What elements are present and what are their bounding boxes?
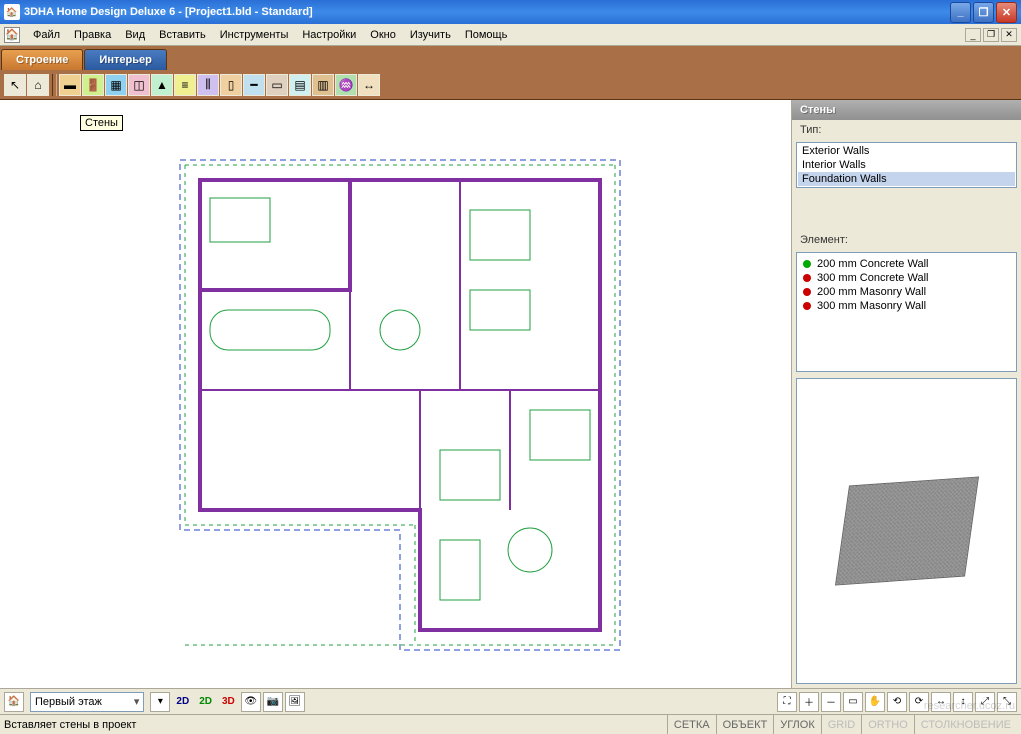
element-item[interactable]: 200 mm Masonry Wall — [801, 285, 1012, 299]
menu-window[interactable]: Окно — [363, 26, 403, 44]
status-hint: Вставляет стены в проект — [4, 719, 667, 731]
type-item[interactable]: Interior Walls — [798, 158, 1015, 172]
mdi-app-icon[interactable]: 🏠 — [4, 27, 20, 43]
tool-site-icon[interactable]: ⌂ — [27, 74, 49, 96]
type-item[interactable]: Exterior Walls — [798, 144, 1015, 158]
tool-stairs-icon[interactable]: ≡ — [174, 74, 196, 96]
view-2d-color-button[interactable]: 2D — [195, 692, 216, 712]
menu-help[interactable]: Помощь — [458, 26, 515, 44]
element-item[interactable]: 200 mm Concrete Wall — [801, 257, 1012, 271]
home-icon[interactable]: 🏠 — [4, 692, 24, 712]
status-dot-icon — [803, 260, 811, 268]
window-title: 3DHA Home Design Deluxe 6 - [Project1.bl… — [24, 6, 948, 18]
eye-icon[interactable]: 👁 — [241, 692, 261, 712]
tool-dim-icon[interactable]: ↔ — [358, 74, 380, 96]
nav1-icon[interactable]: ⟲ — [887, 692, 907, 712]
element-label-text: 300 mm Concrete Wall — [817, 272, 928, 284]
tool-select-icon[interactable]: ↖ — [4, 74, 26, 96]
status-bar: Вставляет стены в проект СЕТКА ОБЪЕКТ УГ… — [0, 714, 1021, 734]
menu-view[interactable]: Вид — [118, 26, 152, 44]
tool-wall-icon[interactable]: ▬ — [59, 74, 81, 96]
element-item[interactable]: 300 mm Masonry Wall — [801, 299, 1012, 313]
tab-strip: Строение Интерьер — [0, 46, 1021, 70]
mdi-close[interactable]: ✕ — [1001, 28, 1017, 42]
zoom-window-icon[interactable]: ▭ — [843, 692, 863, 712]
element-label-text: 200 mm Masonry Wall — [817, 286, 926, 298]
tool-window-icon[interactable]: ▦ — [105, 74, 127, 96]
nav2-icon[interactable]: ⟳ — [909, 692, 929, 712]
floor-select[interactable]: Первый этаж — [30, 692, 144, 712]
tool-terrain-icon[interactable]: ♒ — [335, 74, 357, 96]
status-dot-icon — [803, 288, 811, 296]
menu-learn[interactable]: Изучить — [403, 26, 458, 44]
menu-tools[interactable]: Инструменты — [213, 26, 296, 44]
main-area: Стены — [0, 100, 1021, 688]
type-listbox[interactable]: Exterior Walls Interior Walls Foundation… — [796, 142, 1017, 188]
status-grid2[interactable]: GRID — [821, 715, 862, 734]
floor-current: Первый этаж — [35, 696, 102, 708]
mdi-minimize[interactable]: _ — [965, 28, 981, 42]
camera-icon[interactable]: 📷 — [263, 692, 283, 712]
material-preview — [796, 378, 1017, 684]
close-button[interactable]: ✕ — [996, 2, 1017, 23]
snapshot-icon[interactable]: 🖼 — [285, 692, 305, 712]
tool-deck-icon[interactable]: ▥ — [312, 74, 334, 96]
zoom-fit-icon[interactable]: ⛶ — [777, 692, 797, 712]
pan-icon[interactable]: ✋ — [865, 692, 885, 712]
tool-opening-icon[interactable]: ◫ — [128, 74, 150, 96]
minimize-button[interactable]: _ — [950, 2, 971, 23]
element-listbox[interactable]: 200 mm Concrete Wall 300 mm Concrete Wal… — [796, 252, 1017, 372]
floor-plan — [170, 150, 630, 660]
tool-ceiling-icon[interactable]: ▤ — [289, 74, 311, 96]
status-ortho[interactable]: ORTHO — [861, 715, 914, 734]
nav4-icon[interactable]: ↕ — [953, 692, 973, 712]
element-label-text: 200 mm Concrete Wall — [817, 258, 928, 270]
nav6-icon[interactable]: ⤡ — [997, 692, 1017, 712]
type-label: Тип: — [792, 120, 1021, 140]
tool-bar: ↖ ⌂ ▬ 🚪 ▦ ◫ ▲ ≡ ⫼ ▯ ━ ▭ ▤ ▥ ♒ ↔ — [0, 70, 1021, 100]
status-object[interactable]: ОБЪЕКТ — [716, 715, 774, 734]
tool-roof-icon[interactable]: ▲ — [151, 74, 173, 96]
material-swatch — [834, 476, 978, 585]
tool-door-icon[interactable]: 🚪 — [82, 74, 104, 96]
canvas-tooltip: Стены — [80, 115, 123, 131]
status-collision[interactable]: СТОЛКНОВЕНИЕ — [914, 715, 1017, 734]
view-3d-button[interactable]: 3D — [218, 692, 239, 712]
status-grid[interactable]: СЕТКА — [667, 715, 716, 734]
menu-insert[interactable]: Вставить — [152, 26, 213, 44]
nav3-icon[interactable]: ↔ — [931, 692, 951, 712]
tab-interior[interactable]: Интерьер — [84, 49, 166, 70]
view-2d-button[interactable]: 2D — [172, 692, 193, 712]
menu-bar: 🏠 Файл Правка Вид Вставить Инструменты Н… — [0, 24, 1021, 46]
status-dot-icon — [803, 274, 811, 282]
status-angle[interactable]: УГЛОК — [773, 715, 821, 734]
status-dot-icon — [803, 302, 811, 310]
bottom-toolbar: 🏠 Первый этаж ▾ 2D 2D 3D 👁 📷 🖼 ⛶ ＋ － ▭ ✋… — [0, 688, 1021, 714]
drawing-canvas[interactable]: Стены — [0, 100, 791, 688]
tool-column-icon[interactable]: ▯ — [220, 74, 242, 96]
menu-file[interactable]: Файл — [26, 26, 67, 44]
maximize-button[interactable]: ❐ — [973, 2, 994, 23]
tool-slab-icon[interactable]: ▭ — [266, 74, 288, 96]
type-item[interactable]: Foundation Walls — [798, 172, 1015, 186]
panel-title: Стены — [792, 100, 1021, 120]
tool-beam-icon[interactable]: ━ — [243, 74, 265, 96]
title-bar: 🏠 3DHA Home Design Deluxe 6 - [Project1.… — [0, 0, 1021, 24]
zoom-out-icon[interactable]: － — [821, 692, 841, 712]
tab-building[interactable]: Строение — [1, 49, 83, 70]
zoom-in-icon[interactable]: ＋ — [799, 692, 819, 712]
element-label: Элемент: — [792, 230, 1021, 250]
element-item[interactable]: 300 mm Concrete Wall — [801, 271, 1012, 285]
menu-edit[interactable]: Правка — [67, 26, 118, 44]
app-icon: 🏠 — [4, 4, 20, 20]
menu-settings[interactable]: Настройки — [295, 26, 363, 44]
side-panel: Стены Тип: Exterior Walls Interior Walls… — [791, 100, 1021, 688]
floor-down-icon[interactable]: ▾ — [150, 692, 170, 712]
tool-railing-icon[interactable]: ⫼ — [197, 74, 219, 96]
mdi-restore[interactable]: ❐ — [983, 28, 999, 42]
nav5-icon[interactable]: ⤢ — [975, 692, 995, 712]
element-label-text: 300 mm Masonry Wall — [817, 300, 926, 312]
